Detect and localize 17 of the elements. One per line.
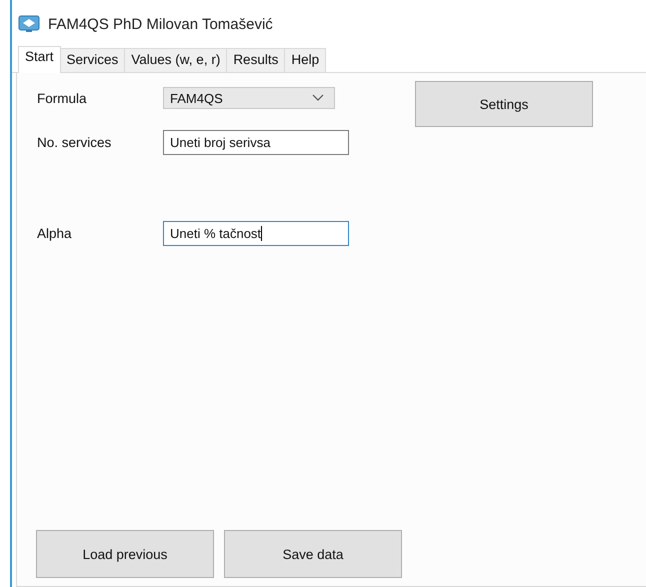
input-field[interactable]: Uneti % tačnost — [163, 221, 349, 246]
action-button[interactable]: Save data — [224, 530, 402, 578]
tab[interactable]: Results — [226, 48, 286, 72]
formula-dropdown[interactable]: FAM4QS — [163, 87, 335, 109]
tab[interactable]: Help — [284, 48, 326, 72]
tab[interactable]: Values (w, e, r) — [124, 48, 228, 72]
field-label: Alpha — [37, 226, 73, 241]
tab[interactable]: Start — [18, 46, 61, 73]
field-label: Formula — [37, 90, 88, 106]
chevron-down-icon — [312, 94, 324, 102]
window-title: FAM4QS PhD Milovan Tomašević — [48, 16, 273, 32]
input-field[interactable]: Uneti broj serivsa — [163, 130, 349, 155]
tab[interactable]: Services — [60, 48, 126, 72]
action-button[interactable]: Load previous — [36, 530, 214, 578]
app-icon — [18, 15, 40, 33]
settings-button[interactable]: Settings — [415, 81, 593, 127]
field-label: No. services — [37, 135, 112, 150]
